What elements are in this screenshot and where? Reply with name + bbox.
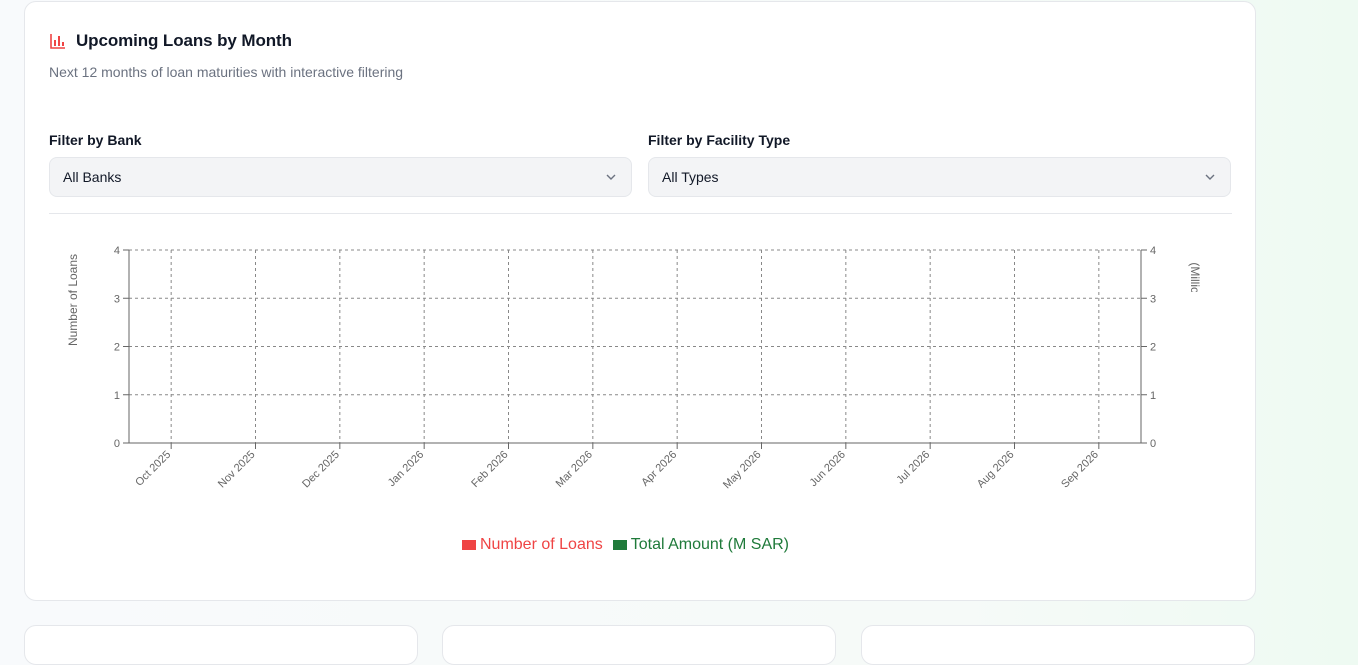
- y-tick-label: 2: [114, 342, 120, 354]
- x-tick-label: Feb 2026: [469, 449, 510, 490]
- summary-card-3: [861, 625, 1255, 665]
- legend-label-loans: Number of Loans: [480, 536, 603, 553]
- chart-legend: Number of Loans Total Amount (M SAR): [462, 536, 799, 554]
- x-tick-label: Nov 2025: [216, 449, 258, 491]
- summary-card-2: [442, 625, 836, 665]
- legend-item-amount[interactable]: Total Amount (M SAR): [612, 536, 790, 554]
- legend-item-loans[interactable]: Number of Loans: [462, 536, 603, 554]
- x-tick-label: Apr 2026: [639, 449, 679, 489]
- y2-tick-label: 0: [1150, 438, 1156, 450]
- loans-chart: 0 0 1 1 2 2 3 3 4 4 Oct 2025 Nov 2025 Dec 2025 Jan 20…: [66, 218, 1202, 492]
- x-tick-label: Mar 2026: [554, 449, 595, 490]
- legend-swatch-loans: [462, 540, 476, 550]
- y-tick-label: 3: [114, 293, 120, 305]
- x-tick-label: Sep 2026: [1059, 449, 1101, 491]
- y2-tick-label: 1: [1150, 390, 1156, 402]
- upcoming-loans-card: Upcoming Loans by Month Next 12 months o…: [24, 1, 1256, 601]
- x-tick-label: Aug 2026: [975, 449, 1017, 491]
- x-tick-label: Oct 2025: [133, 449, 173, 489]
- x-tick-label: May 2026: [721, 449, 764, 492]
- summary-card-1: [24, 625, 418, 665]
- y-tick-label: 1: [114, 390, 120, 402]
- x-tick-label: Jul 2026: [894, 449, 932, 487]
- y-tick-label: 4: [114, 245, 120, 257]
- y2-tick-label: 2: [1150, 342, 1156, 354]
- y2-tick-label: 3: [1150, 293, 1156, 305]
- y2-tick-label: 4: [1150, 245, 1156, 257]
- x-tick-label: Jan 2026: [386, 449, 426, 489]
- y-axis-title: Number of Loans: [66, 254, 80, 346]
- y-tick-label: 0: [114, 438, 120, 450]
- legend-label-amount: Total Amount (M SAR): [630, 536, 790, 553]
- legend-swatch-amount: [612, 540, 627, 550]
- y2-axis-title: Amount (Millions SAR): [1188, 218, 1202, 339]
- x-tick-label: Dec 2025: [300, 449, 342, 491]
- x-tick-label: Jun 2026: [807, 449, 847, 489]
